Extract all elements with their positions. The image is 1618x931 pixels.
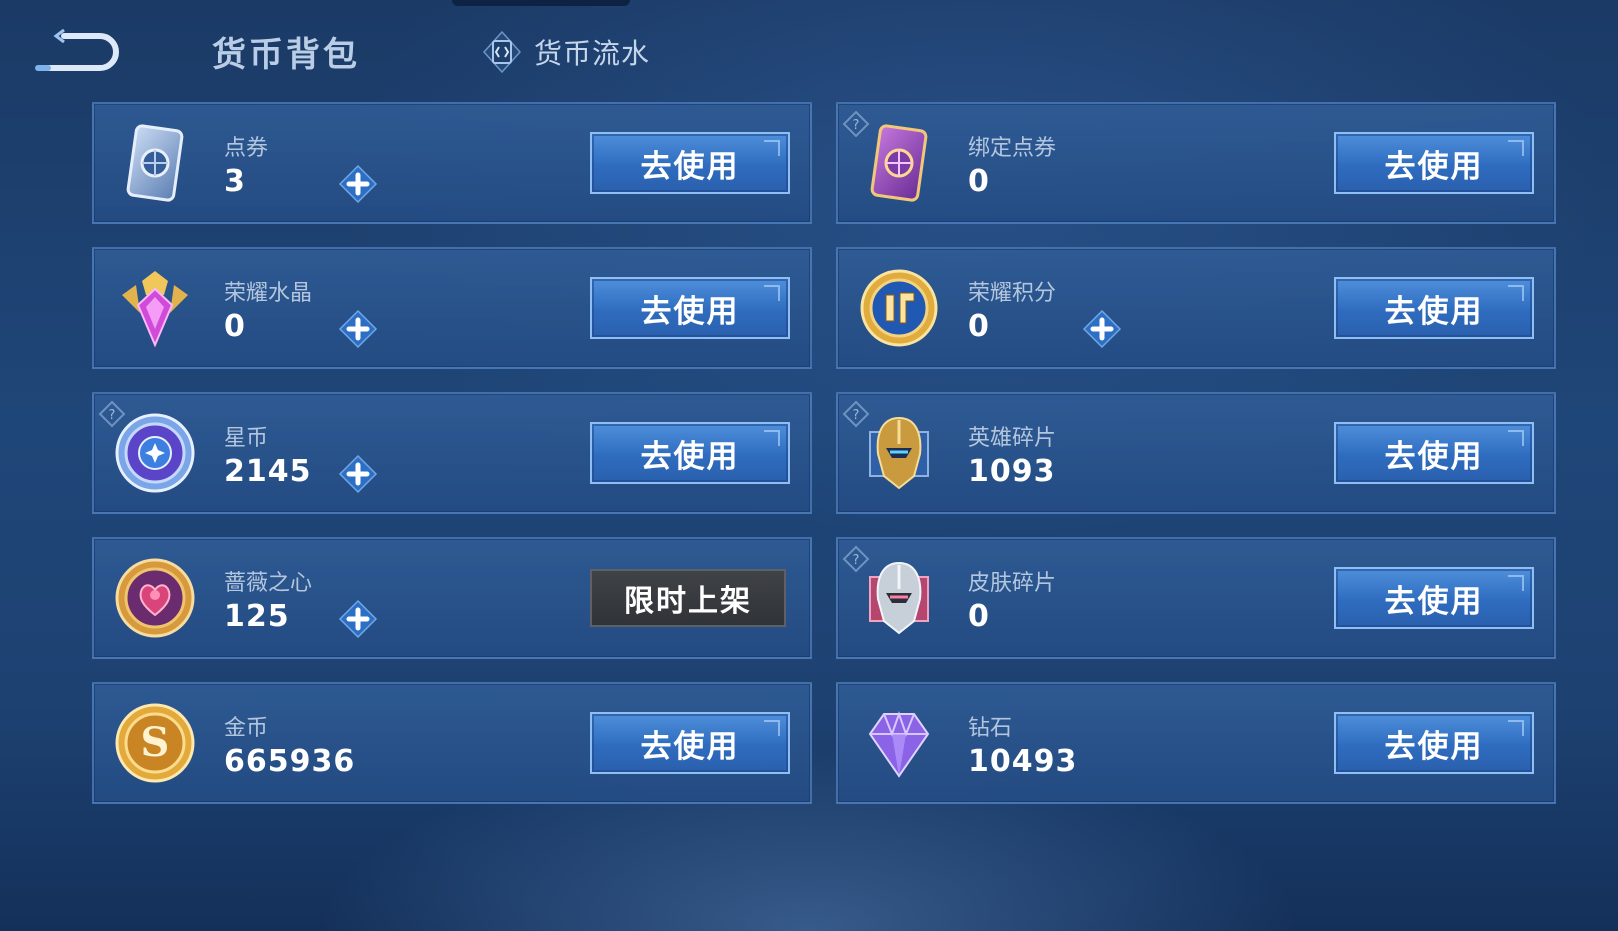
use-button[interactable]: 去使用 xyxy=(1334,712,1534,774)
plus-icon[interactable] xyxy=(1082,309,1122,349)
currency-card-bound-coupon: ? 绑定点券 0 去使用 xyxy=(836,102,1556,224)
currency-name: 钻石 xyxy=(968,716,1013,741)
currency-value: 3 xyxy=(224,164,246,199)
currency-ledger-tab[interactable]: 货币流水 xyxy=(482,28,650,76)
currency-value: 665936 xyxy=(224,744,356,779)
currency-value: 0 xyxy=(224,309,246,344)
currency-value: 10493 xyxy=(968,744,1078,779)
currency-name: 金币 xyxy=(224,716,269,741)
currency-name: 荣耀水晶 xyxy=(224,281,313,306)
use-button[interactable]: 去使用 xyxy=(590,422,790,484)
skin-fragment-icon xyxy=(869,561,929,635)
currency-card-glory-crystal: 荣耀水晶 0 去使用 xyxy=(92,247,812,369)
rose-heart-icon xyxy=(115,558,195,638)
page-title: 货币背包 xyxy=(212,35,360,75)
gold-coin-icon: S xyxy=(115,703,195,783)
star-coin-icon xyxy=(115,413,195,493)
glory-points-icon xyxy=(860,269,938,347)
svg-text:S: S xyxy=(141,719,170,766)
currency-value: 0 xyxy=(968,599,990,634)
use-button[interactable]: 去使用 xyxy=(1334,422,1534,484)
currency-name: 点券 xyxy=(224,136,269,161)
use-button[interactable]: 去使用 xyxy=(1334,567,1534,629)
currency-value: 0 xyxy=(968,164,990,199)
glory-crystal-icon xyxy=(122,271,188,348)
currency-card-glory-points: 荣耀积分 0 去使用 xyxy=(836,247,1556,369)
currency-card-hero-fragment: ? 英雄碎片 1093 去使用 xyxy=(836,392,1556,514)
currency-value: 0 xyxy=(968,309,990,344)
coupon-card-icon xyxy=(126,124,184,202)
diamond-icon xyxy=(868,710,930,778)
ledger-icon xyxy=(482,30,522,74)
use-button[interactable]: 去使用 xyxy=(1334,277,1534,339)
currency-name: 绑定点券 xyxy=(968,136,1057,161)
currency-card-gold-coin: S 金币 665936 去使用 xyxy=(92,682,812,804)
plus-icon[interactable] xyxy=(338,454,378,494)
currency-name: 皮肤碎片 xyxy=(968,571,1057,596)
plus-icon[interactable] xyxy=(338,164,378,204)
currency-card-rose-heart: 蔷薇之心 125 限时上架 xyxy=(92,537,812,659)
plus-icon[interactable] xyxy=(338,599,378,639)
plus-icon[interactable] xyxy=(338,309,378,349)
top-notch xyxy=(452,0,630,6)
currency-name: 星币 xyxy=(224,426,269,451)
currency-name: 荣耀积分 xyxy=(968,281,1057,306)
back-button[interactable] xyxy=(34,26,124,76)
use-button[interactable]: 去使用 xyxy=(590,277,790,339)
ledger-tab-label: 货币流水 xyxy=(534,37,651,70)
back-arrow-icon xyxy=(35,28,119,71)
hero-fragment-icon xyxy=(869,416,929,490)
use-button[interactable]: 去使用 xyxy=(1334,132,1534,194)
use-button[interactable]: 去使用 xyxy=(590,132,790,194)
limited-time-button[interactable]: 限时上架 xyxy=(590,569,786,627)
currency-name: 蔷薇之心 xyxy=(224,571,313,596)
currency-value: 1093 xyxy=(968,454,1056,489)
currency-value: 2145 xyxy=(224,454,312,489)
bound-coupon-card-icon xyxy=(870,124,928,202)
currency-card-skin-fragment: ? 皮肤碎片 0 去使用 xyxy=(836,537,1556,659)
currency-card-star-coin: ? 星币 2145 去使用 xyxy=(92,392,812,514)
currency-name: 英雄碎片 xyxy=(968,426,1057,451)
currency-value: 125 xyxy=(224,599,290,634)
use-button[interactable]: 去使用 xyxy=(590,712,790,774)
currency-card-coupon: 点券 3 去使用 xyxy=(92,102,812,224)
currency-card-diamond: 钻石 10493 去使用 xyxy=(836,682,1556,804)
